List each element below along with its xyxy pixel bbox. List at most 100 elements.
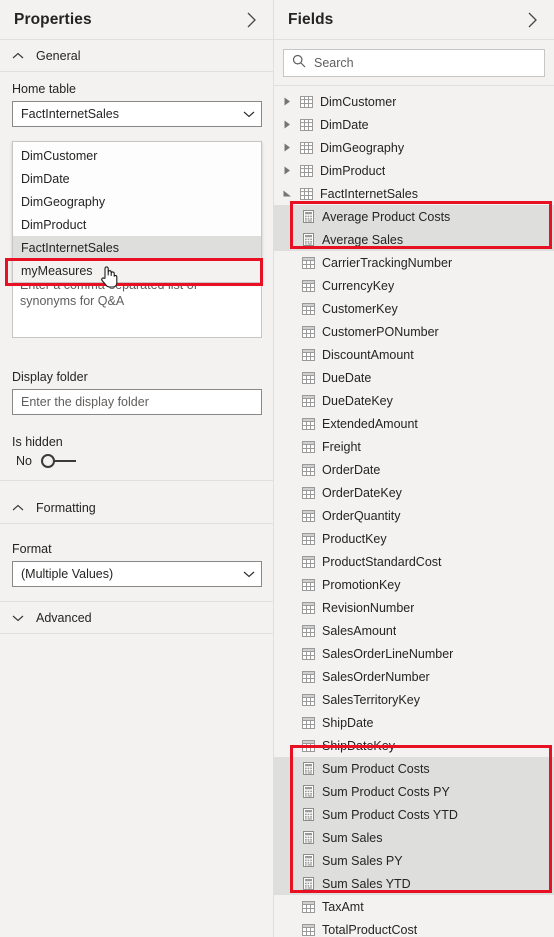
is-hidden-toggle-row[interactable]: No: [12, 454, 262, 468]
tree-column-customerponumber[interactable]: CustomerPONumber: [274, 320, 554, 343]
tree-column-salesterritorykey[interactable]: SalesTerritoryKey: [274, 688, 554, 711]
display-folder-input[interactable]: Enter the display folder: [12, 389, 262, 415]
tree-table-dimproduct[interactable]: DimProduct: [274, 159, 554, 182]
tree-column-extendedamount[interactable]: ExtendedAmount: [274, 412, 554, 435]
chevron-down-icon: [12, 612, 24, 624]
tree-column-orderquantity[interactable]: OrderQuantity: [274, 504, 554, 527]
tree-row-label: DimCustomer: [320, 94, 397, 109]
section-header-formatting[interactable]: Formatting: [0, 492, 273, 524]
display-folder-label: Display folder: [12, 370, 88, 384]
triangle-right-icon[interactable]: [282, 143, 292, 153]
tree-column-duedate[interactable]: DueDate: [274, 366, 554, 389]
dropdown-option-mymeasures[interactable]: myMeasures: [13, 259, 261, 282]
tree-measure-sum-product-costs[interactable]: Sum Product Costs: [274, 757, 554, 780]
tree-measure-sum-product-costs-py[interactable]: Sum Product Costs PY: [274, 780, 554, 803]
section-label-general: General: [36, 48, 81, 63]
tree-column-taxamt[interactable]: TaxAmt: [274, 895, 554, 918]
fields-tree[interactable]: DimCustomer DimDate DimGeography DimProduct…: [274, 86, 554, 937]
fields-pane-title: Fields: [288, 10, 334, 28]
column-icon: [301, 693, 315, 707]
column-icon: [301, 923, 315, 937]
tree-column-salesorderlinenumber[interactable]: SalesOrderLineNumber: [274, 642, 554, 665]
dropdown-option-dimgeography[interactable]: DimGeography: [13, 190, 261, 213]
tree-row-label: Sum Product Costs: [322, 761, 430, 776]
chevron-right-icon[interactable]: [241, 10, 261, 30]
tree-column-shipdatekey[interactable]: ShipDateKey: [274, 734, 554, 757]
tree-measure-sum-sales-py[interactable]: Sum Sales PY: [274, 849, 554, 872]
tree-column-totalproductcost[interactable]: TotalProductCost: [274, 918, 554, 937]
tree-column-salesamount[interactable]: SalesAmount: [274, 619, 554, 642]
tree-column-shipdate[interactable]: ShipDate: [274, 711, 554, 734]
tree-row-label: OrderQuantity: [322, 508, 401, 523]
tree-table-dimcustomer[interactable]: DimCustomer: [274, 90, 554, 113]
tree-column-carriertrackingnumber[interactable]: CarrierTrackingNumber: [274, 251, 554, 274]
tree-column-revisionnumber[interactable]: RevisionNumber: [274, 596, 554, 619]
tree-measure-sum-sales[interactable]: Sum Sales: [274, 826, 554, 849]
display-folder-placeholder: Enter the display folder: [21, 395, 149, 409]
properties-pane-header: Properties: [0, 0, 273, 40]
tree-row-label: DueDateKey: [322, 393, 393, 408]
tree-row-label: CustomerKey: [322, 301, 398, 316]
column-icon: [301, 509, 315, 523]
column-icon: [301, 486, 315, 500]
tree-measure-average-product-costs[interactable]: Average Product Costs: [274, 205, 554, 228]
column-icon: [301, 279, 315, 293]
search-input[interactable]: Search: [283, 49, 545, 77]
dropdown-option-dimdate[interactable]: DimDate: [13, 167, 261, 190]
tree-column-salesordernumber[interactable]: SalesOrderNumber: [274, 665, 554, 688]
properties-pane: Properties General Home table FactIntern…: [0, 0, 274, 937]
column-icon: [301, 716, 315, 730]
tree-measure-sum-product-costs-ytd[interactable]: Sum Product Costs YTD: [274, 803, 554, 826]
calculator-icon: [301, 877, 315, 891]
tree-row-label: Sum Sales YTD: [322, 876, 411, 891]
tree-column-discountamount[interactable]: DiscountAmount: [274, 343, 554, 366]
section-header-general[interactable]: General: [0, 40, 273, 72]
tree-column-customerkey[interactable]: CustomerKey: [274, 297, 554, 320]
is-hidden-group: Is hidden No: [0, 425, 273, 481]
triangle-right-icon[interactable]: [282, 97, 292, 107]
is-hidden-label: Is hidden: [12, 435, 63, 449]
tree-row-label: RevisionNumber: [322, 600, 415, 615]
home-table-combobox[interactable]: FactInternetSales: [12, 101, 262, 127]
dropdown-option-dimcustomer[interactable]: DimCustomer: [13, 144, 261, 167]
chevron-down-icon: [243, 110, 255, 118]
tree-column-currencykey[interactable]: CurrencyKey: [274, 274, 554, 297]
triangle-right-icon[interactable]: [282, 166, 292, 176]
tree-column-orderdatekey[interactable]: OrderDateKey: [274, 481, 554, 504]
dropdown-option-factinternetsales[interactable]: FactInternetSales: [13, 236, 261, 259]
calculator-icon: [301, 831, 315, 845]
tree-table-dimgeography[interactable]: DimGeography: [274, 136, 554, 159]
is-hidden-toggle[interactable]: [40, 454, 77, 468]
tree-measure-sum-sales-ytd[interactable]: Sum Sales YTD: [274, 872, 554, 895]
tree-column-productkey[interactable]: ProductKey: [274, 527, 554, 550]
calculator-icon: [301, 210, 315, 224]
tree-table-factinternetsales[interactable]: FactInternetSales: [274, 182, 554, 205]
chevron-up-icon: [12, 502, 24, 514]
tree-column-promotionkey[interactable]: PromotionKey: [274, 573, 554, 596]
dropdown-option-dimproduct[interactable]: DimProduct: [13, 213, 261, 236]
triangle-right-icon[interactable]: [282, 120, 292, 130]
power-bi-panels: Properties General Home table FactIntern…: [0, 0, 554, 937]
home-table-dropdown-list[interactable]: DimCustomer DimDate DimGeography DimProd…: [12, 141, 262, 283]
tree-table-dimdate[interactable]: DimDate: [274, 113, 554, 136]
display-folder-group: Display folder Enter the display folder: [0, 360, 273, 415]
tree-row-label: Sum Sales: [322, 830, 383, 845]
format-combobox[interactable]: (Multiple Values): [12, 561, 262, 587]
tree-measure-average-sales[interactable]: Average Sales: [274, 228, 554, 251]
section-header-advanced[interactable]: Advanced: [0, 602, 273, 634]
column-icon: [301, 256, 315, 270]
tree-row-label: OrderDate: [322, 462, 381, 477]
tree-row-label: SalesOrderLineNumber: [322, 646, 454, 661]
tree-column-orderdate[interactable]: OrderDate: [274, 458, 554, 481]
column-icon: [301, 348, 315, 362]
tree-column-freight[interactable]: Freight: [274, 435, 554, 458]
fields-search-wrap: Search: [274, 40, 554, 86]
home-table-value: FactInternetSales: [21, 107, 119, 121]
tree-column-productstandardcost[interactable]: ProductStandardCost: [274, 550, 554, 573]
tree-column-duedatekey[interactable]: DueDateKey: [274, 389, 554, 412]
tree-row-label: ProductKey: [322, 531, 387, 546]
chevron-right-icon[interactable]: [522, 10, 542, 30]
column-icon: [301, 394, 315, 408]
column-icon: [301, 578, 315, 592]
triangle-down-icon[interactable]: [282, 189, 292, 199]
